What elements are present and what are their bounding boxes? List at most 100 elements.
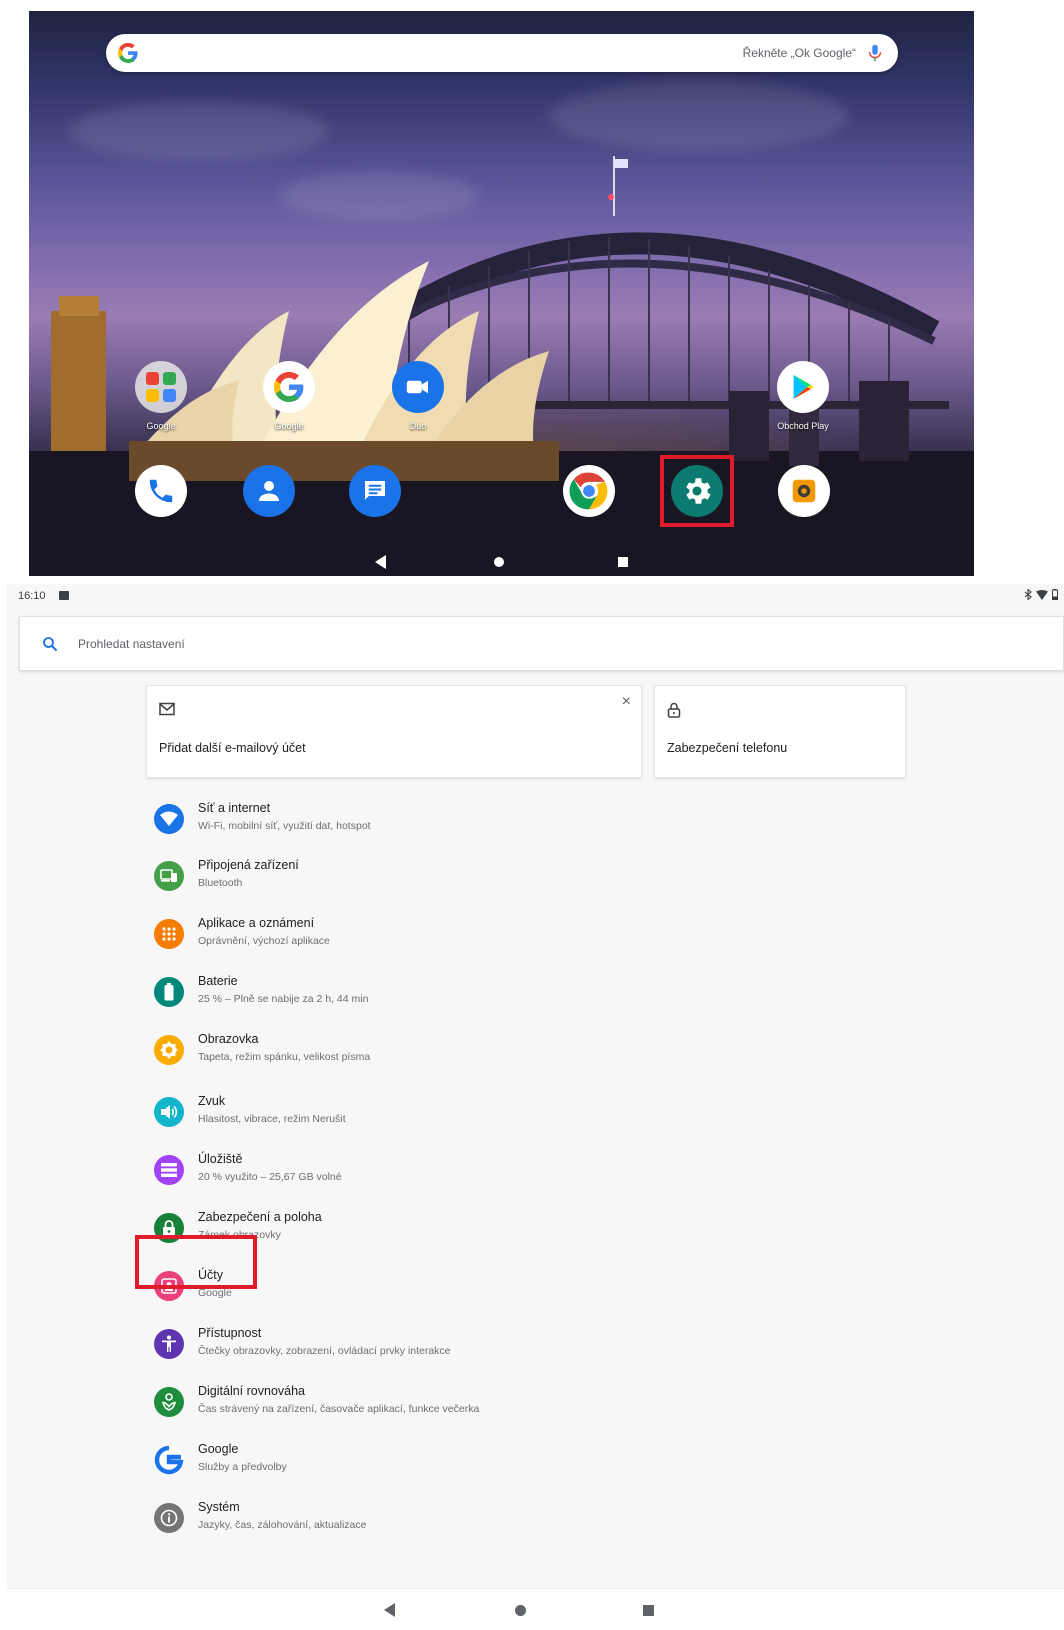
- settings-item-battery[interactable]: Baterie 25 % – Plně se nabije za 2 h, 44…: [140, 967, 913, 1021]
- camera-app[interactable]: [778, 465, 830, 517]
- accounts-highlight-box: [135, 1235, 257, 1289]
- person-icon: [259, 481, 279, 501]
- card-text: Přidat další e-mailový účet: [159, 741, 306, 755]
- settings-item-sound[interactable]: Zvuk Hlasitost, vibrace, režim Nerušit: [140, 1087, 913, 1141]
- image-notification-icon: [59, 591, 69, 600]
- camera-icon: [792, 479, 816, 503]
- google-folder[interactable]: [135, 361, 187, 413]
- search-icon: [43, 637, 57, 651]
- play-store-icon: [793, 375, 814, 399]
- wifi-icon: [154, 804, 184, 834]
- item-subtitle: Čas strávený na zařízení, časovače aplik…: [198, 1403, 480, 1415]
- google-g-icon: [117, 42, 138, 64]
- close-icon[interactable]: ×: [622, 694, 631, 710]
- item-title: Připojená zařízení: [198, 858, 299, 872]
- lock-icon: [667, 702, 681, 718]
- settings-item-storage[interactable]: Úložiště 20 % využito – 25,67 GB volné: [140, 1145, 913, 1199]
- app-label: Google: [146, 421, 176, 431]
- settings-item-connected-devices[interactable]: Připojená zařízení Bluetooth: [140, 851, 913, 905]
- item-title: Úložiště: [198, 1152, 243, 1166]
- microphone-icon[interactable]: [864, 42, 886, 64]
- settings-item-accessibility[interactable]: Přístupnost Čtečky obrazovky, zobrazení,…: [140, 1319, 913, 1373]
- battery-status-icon: [1052, 589, 1058, 600]
- status-bar: 16:10: [7, 584, 1064, 608]
- item-title: Baterie: [198, 974, 238, 988]
- add-email-account-card[interactable]: Přidat další e-mailový účet ×: [146, 685, 642, 778]
- item-subtitle: Hlasitost, vibrace, režim Nerušit: [198, 1113, 346, 1125]
- app-label: Duo: [409, 421, 427, 431]
- accessibility-icon: [154, 1329, 184, 1359]
- phone-security-card[interactable]: Zabezpečení telefonu: [654, 685, 906, 778]
- wellbeing-icon: [154, 1387, 184, 1417]
- settings-item-digital-wellbeing[interactable]: Digitální rovnováha Čas strávený na zaří…: [140, 1377, 913, 1431]
- chrome-icon: [569, 472, 608, 510]
- contacts-app[interactable]: [243, 465, 295, 517]
- display-icon: [154, 1035, 184, 1065]
- item-title: Digitální rovnováha: [198, 1384, 306, 1398]
- settings-item-display[interactable]: Obrazovka Tapeta, režim spánku, velikost…: [140, 1025, 913, 1079]
- settings-item-network[interactable]: Síť a internet Wi-Fi, mobilní síť, využi…: [140, 794, 913, 848]
- clock: 16:10: [18, 590, 46, 602]
- settings-item-system[interactable]: Systém Jazyky, čas, zálohování, aktualiz…: [140, 1493, 913, 1547]
- battery-icon: [154, 977, 184, 1007]
- folder-icon: [146, 372, 176, 402]
- item-title: Obrazovka: [198, 1032, 259, 1046]
- status-icons: [1024, 589, 1058, 600]
- info-icon: [154, 1503, 184, 1533]
- settings-item-google[interactable]: Google Služby a předvolby: [140, 1435, 913, 1489]
- item-subtitle: 25 % – Plně se nabije za 2 h, 44 min: [198, 993, 369, 1005]
- item-subtitle: 20 % využito – 25,67 GB volné: [198, 1171, 342, 1183]
- settings-highlight-box: [660, 455, 734, 527]
- chrome-app[interactable]: [563, 465, 615, 517]
- messages-app[interactable]: [349, 465, 401, 517]
- home-navigation-bar: [29, 548, 974, 576]
- search-placeholder: Prohledat nastavení: [78, 637, 185, 651]
- video-camera-icon: [406, 380, 428, 394]
- phone-app[interactable]: [135, 465, 187, 517]
- settings-search-bar[interactable]: Prohledat nastavení: [19, 616, 1064, 671]
- google-app[interactable]: [263, 361, 315, 413]
- item-subtitle: Čtečky obrazovky, zobrazení, ovládací pr…: [198, 1345, 451, 1357]
- item-title: Systém: [198, 1500, 240, 1514]
- message-icon: [365, 481, 385, 500]
- home-icon[interactable]: [494, 557, 504, 567]
- home-screen: Řekněte „Ok Google“ Google Google Duo Ob…: [29, 11, 974, 576]
- bluetooth-icon: [1024, 589, 1032, 600]
- mail-icon: [159, 702, 175, 716]
- devices-icon: [154, 861, 184, 891]
- back-icon[interactable]: [375, 555, 386, 569]
- item-title: Aplikace a oznámení: [198, 916, 315, 930]
- storage-icon: [154, 1155, 184, 1185]
- google-g-icon: [154, 1445, 184, 1475]
- play-store-app[interactable]: [777, 361, 829, 413]
- item-subtitle: Wi-Fi, mobilní síť, využití dat, hotspot: [198, 820, 371, 832]
- item-title: Síť a internet: [198, 801, 271, 815]
- settings-item-apps[interactable]: Aplikace a oznámení Oprávnění, výchozí a…: [140, 909, 913, 963]
- item-title: Google: [198, 1442, 239, 1456]
- search-hint: Řekněte „Ok Google“: [742, 46, 856, 60]
- settings-navigation-bar: [7, 1588, 1064, 1630]
- phone-icon: [149, 479, 173, 503]
- apps-icon: [154, 919, 184, 949]
- app-label: Obchod Play: [777, 421, 829, 431]
- recents-icon[interactable]: [618, 557, 628, 567]
- google-g-icon: [273, 371, 304, 403]
- card-text: Zabezpečení telefonu: [667, 741, 788, 755]
- item-title: Zvuk: [198, 1094, 226, 1108]
- back-icon[interactable]: [384, 1603, 395, 1617]
- wifi-signal-icon: [1036, 589, 1048, 600]
- item-subtitle: Tapeta, režim spánku, velikost písma: [198, 1051, 371, 1063]
- item-subtitle: Bluetooth: [198, 877, 243, 889]
- settings-screen: 16:10 Prohledat nastavení Přidat další e…: [7, 584, 1064, 1630]
- google-search-bar[interactable]: Řekněte „Ok Google“: [106, 34, 898, 72]
- home-icon[interactable]: [515, 1605, 526, 1616]
- item-title: Přístupnost: [198, 1326, 262, 1340]
- app-label: Google: [274, 421, 304, 431]
- recents-icon[interactable]: [643, 1605, 654, 1616]
- item-subtitle: Oprávnění, výchozí aplikace: [198, 935, 330, 947]
- duo-app[interactable]: [392, 361, 444, 413]
- item-title: Zabezpečení a poloha: [198, 1210, 322, 1224]
- item-subtitle: Jazyky, čas, zálohování, aktualizace: [198, 1519, 367, 1531]
- item-subtitle: Služby a předvolby: [198, 1461, 287, 1473]
- sound-icon: [154, 1097, 184, 1127]
